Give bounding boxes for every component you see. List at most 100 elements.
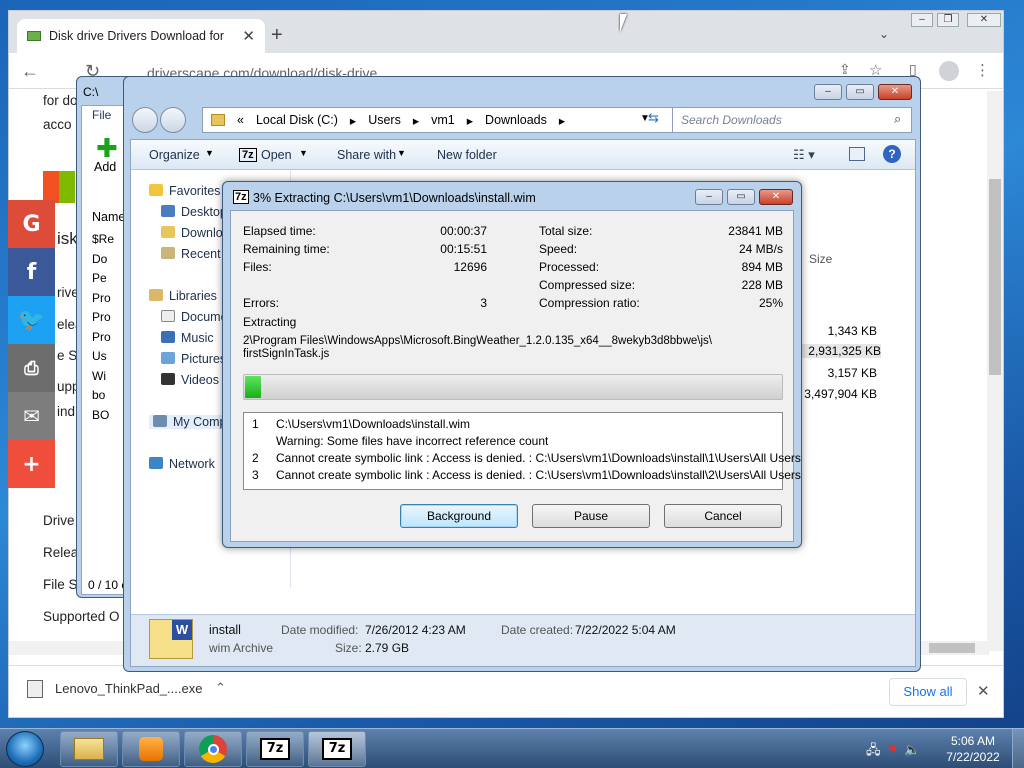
close-tab-icon[interactable]: ✕ [242,27,255,45]
view-options-icon[interactable]: ☷ ▾ [793,147,815,163]
new-tab-button[interactable]: + [271,25,283,45]
column-size[interactable]: Size [809,252,832,266]
taskbar-chrome[interactable] [184,731,242,767]
maximize-button[interactable]: ▭ [846,84,874,100]
back-button[interactable] [132,107,158,133]
forward-button[interactable] [160,107,186,133]
start-button[interactable] [6,731,44,767]
breadcrumb-local-disk[interactable]: Local Disk (C:) [256,113,338,127]
nav-desktop[interactable]: Desktop [161,205,227,219]
maximize-button[interactable]: ▭ [727,189,755,205]
tab-search-chevron-icon[interactable]: ⌄ [879,27,889,41]
refresh-icon[interactable]: ⇆ [648,111,662,125]
maximize-button[interactable]: ❐ [937,13,959,27]
list-item[interactable]: Pro [92,289,114,309]
breadcrumb-arrow-icon[interactable]: ▸ [467,113,473,128]
list-item[interactable]: Pro [92,308,114,328]
nav-videos[interactable]: Videos [161,373,219,387]
list-item[interactable]: Wi [92,367,114,387]
download-item[interactable]: Lenovo_ThinkPad_....exe [55,681,202,696]
list-item[interactable]: Do [92,250,114,270]
background-button[interactable]: Background [400,504,518,528]
breadcrumb-vm1[interactable]: vm1 [431,113,455,127]
taskbar-explorer[interactable] [60,731,118,767]
print-icon[interactable]: ⎙ [8,344,55,392]
breadcrumb-arrow-icon[interactable]: ▸ [559,113,565,128]
action-center-flag-icon[interactable]: ⚑ [887,742,905,757]
breadcrumb-downloads[interactable]: Downloads [485,113,547,127]
list-item[interactable]: Us [92,347,114,367]
close-button[interactable]: ✕ [878,84,912,100]
nav-downloads[interactable]: Downlo [161,226,223,240]
preview-pane-icon[interactable] [849,147,865,161]
chevron-up-icon[interactable]: ⌃ [215,680,226,696]
close-button[interactable]: ✕ [967,13,1001,27]
nav-network[interactable]: Network [149,457,215,471]
search-input[interactable]: Search Downloads [672,107,912,133]
menu-kebab-icon[interactable]: ⋮ [975,61,990,79]
file-size-value: 2.79 GB [365,641,410,655]
close-button[interactable]: ✕ [759,189,793,205]
nav-label: Libraries [169,289,217,303]
open-menu[interactable]: Open [261,148,292,162]
nav-music[interactable]: Music [161,331,214,345]
google-share-icon[interactable]: G [8,200,55,248]
breadcrumb-arrow-icon[interactable]: ▸ [413,113,419,128]
processed-value: 894 MB [741,260,783,274]
file-size-selected: 2,931,325 KB [799,344,881,358]
minimize-button[interactable]: – [911,13,933,27]
nav-favorites[interactable]: Favorites [149,184,220,198]
back-arrow-icon[interactable]: ← [21,61,39,82]
taskbar-7zip-filemanager[interactable]: 7z [246,731,304,767]
add-icon[interactable]: ✚ [96,135,118,161]
minimize-button[interactable]: – [695,189,723,205]
close-download-bar-icon[interactable]: ✕ [977,682,990,700]
search-icon[interactable]: ⌕ [894,111,901,127]
breadcrumb-chevron[interactable]: « [237,113,244,127]
clock[interactable]: 5:06 AM 7/22/2022 [940,733,1006,765]
email-icon[interactable]: ✉ [8,392,55,440]
profile-avatar[interactable] [939,61,959,81]
facebook-share-icon[interactable]: f [8,248,55,296]
nav-label: Desktop [181,205,227,219]
pause-button[interactable]: Pause [532,504,650,528]
address-bar[interactable]: « Local Disk (C:) ▸ Users ▸ vm1 ▸ Downloads… [202,107,716,133]
share-with-menu[interactable]: Share with [337,148,396,162]
message-log[interactable]: 1 C:\Users\vm1\Downloads\install.wim War… [243,412,801,490]
list-item[interactable]: Pe [92,269,114,289]
cancel-button[interactable]: Cancel [664,504,782,528]
list-item[interactable]: $Re [92,230,114,250]
tab-strip: Disk drive Drivers Download for ✕ + ⌄ – … [9,11,1003,53]
page-text: Drive [43,513,75,528]
twitter-share-icon[interactable]: 🐦 [8,296,55,344]
show-all-button[interactable]: Show all [889,678,967,706]
column-name[interactable]: Name [92,210,125,224]
nav-label: Network [169,457,215,471]
more-share-icon[interactable]: + [8,440,55,488]
list-item[interactable]: Pro [92,328,114,348]
browser-tab[interactable]: Disk drive Drivers Download for ✕ [17,19,265,53]
minimize-button[interactable]: – [814,84,842,100]
clock-time: 5:06 AM [950,734,996,748]
nav-pictures[interactable]: Pictures [161,352,226,366]
add-label: Add [94,160,117,174]
show-desktop-button[interactable] [1012,729,1024,768]
nav-documents[interactable]: Docume [161,310,228,324]
vertical-scrollbar[interactable] [987,91,1003,651]
new-folder-button[interactable]: New folder [437,148,497,162]
breadcrumb-users[interactable]: Users [368,113,401,127]
list-item[interactable]: BO [92,406,114,426]
window-title: C:\ [83,85,99,99]
taskbar-7zip-extract[interactable]: 7z [308,731,366,767]
nav-libraries[interactable]: Libraries [149,289,217,303]
taskbar-media-player[interactable] [122,731,180,767]
volume-icon[interactable]: 🔈 [904,742,926,757]
network-tray-icon[interactable]: 🖧 [866,742,887,757]
organize-menu[interactable]: Organize [149,148,200,162]
file-menu[interactable]: File [92,108,111,122]
downloads-folder-icon [161,226,175,238]
clock-date: 7/22/2022 [946,750,1000,764]
list-item[interactable]: bo [92,386,114,406]
breadcrumb-arrow-icon[interactable]: ▸ [350,113,356,128]
help-icon[interactable]: ? [883,145,901,163]
